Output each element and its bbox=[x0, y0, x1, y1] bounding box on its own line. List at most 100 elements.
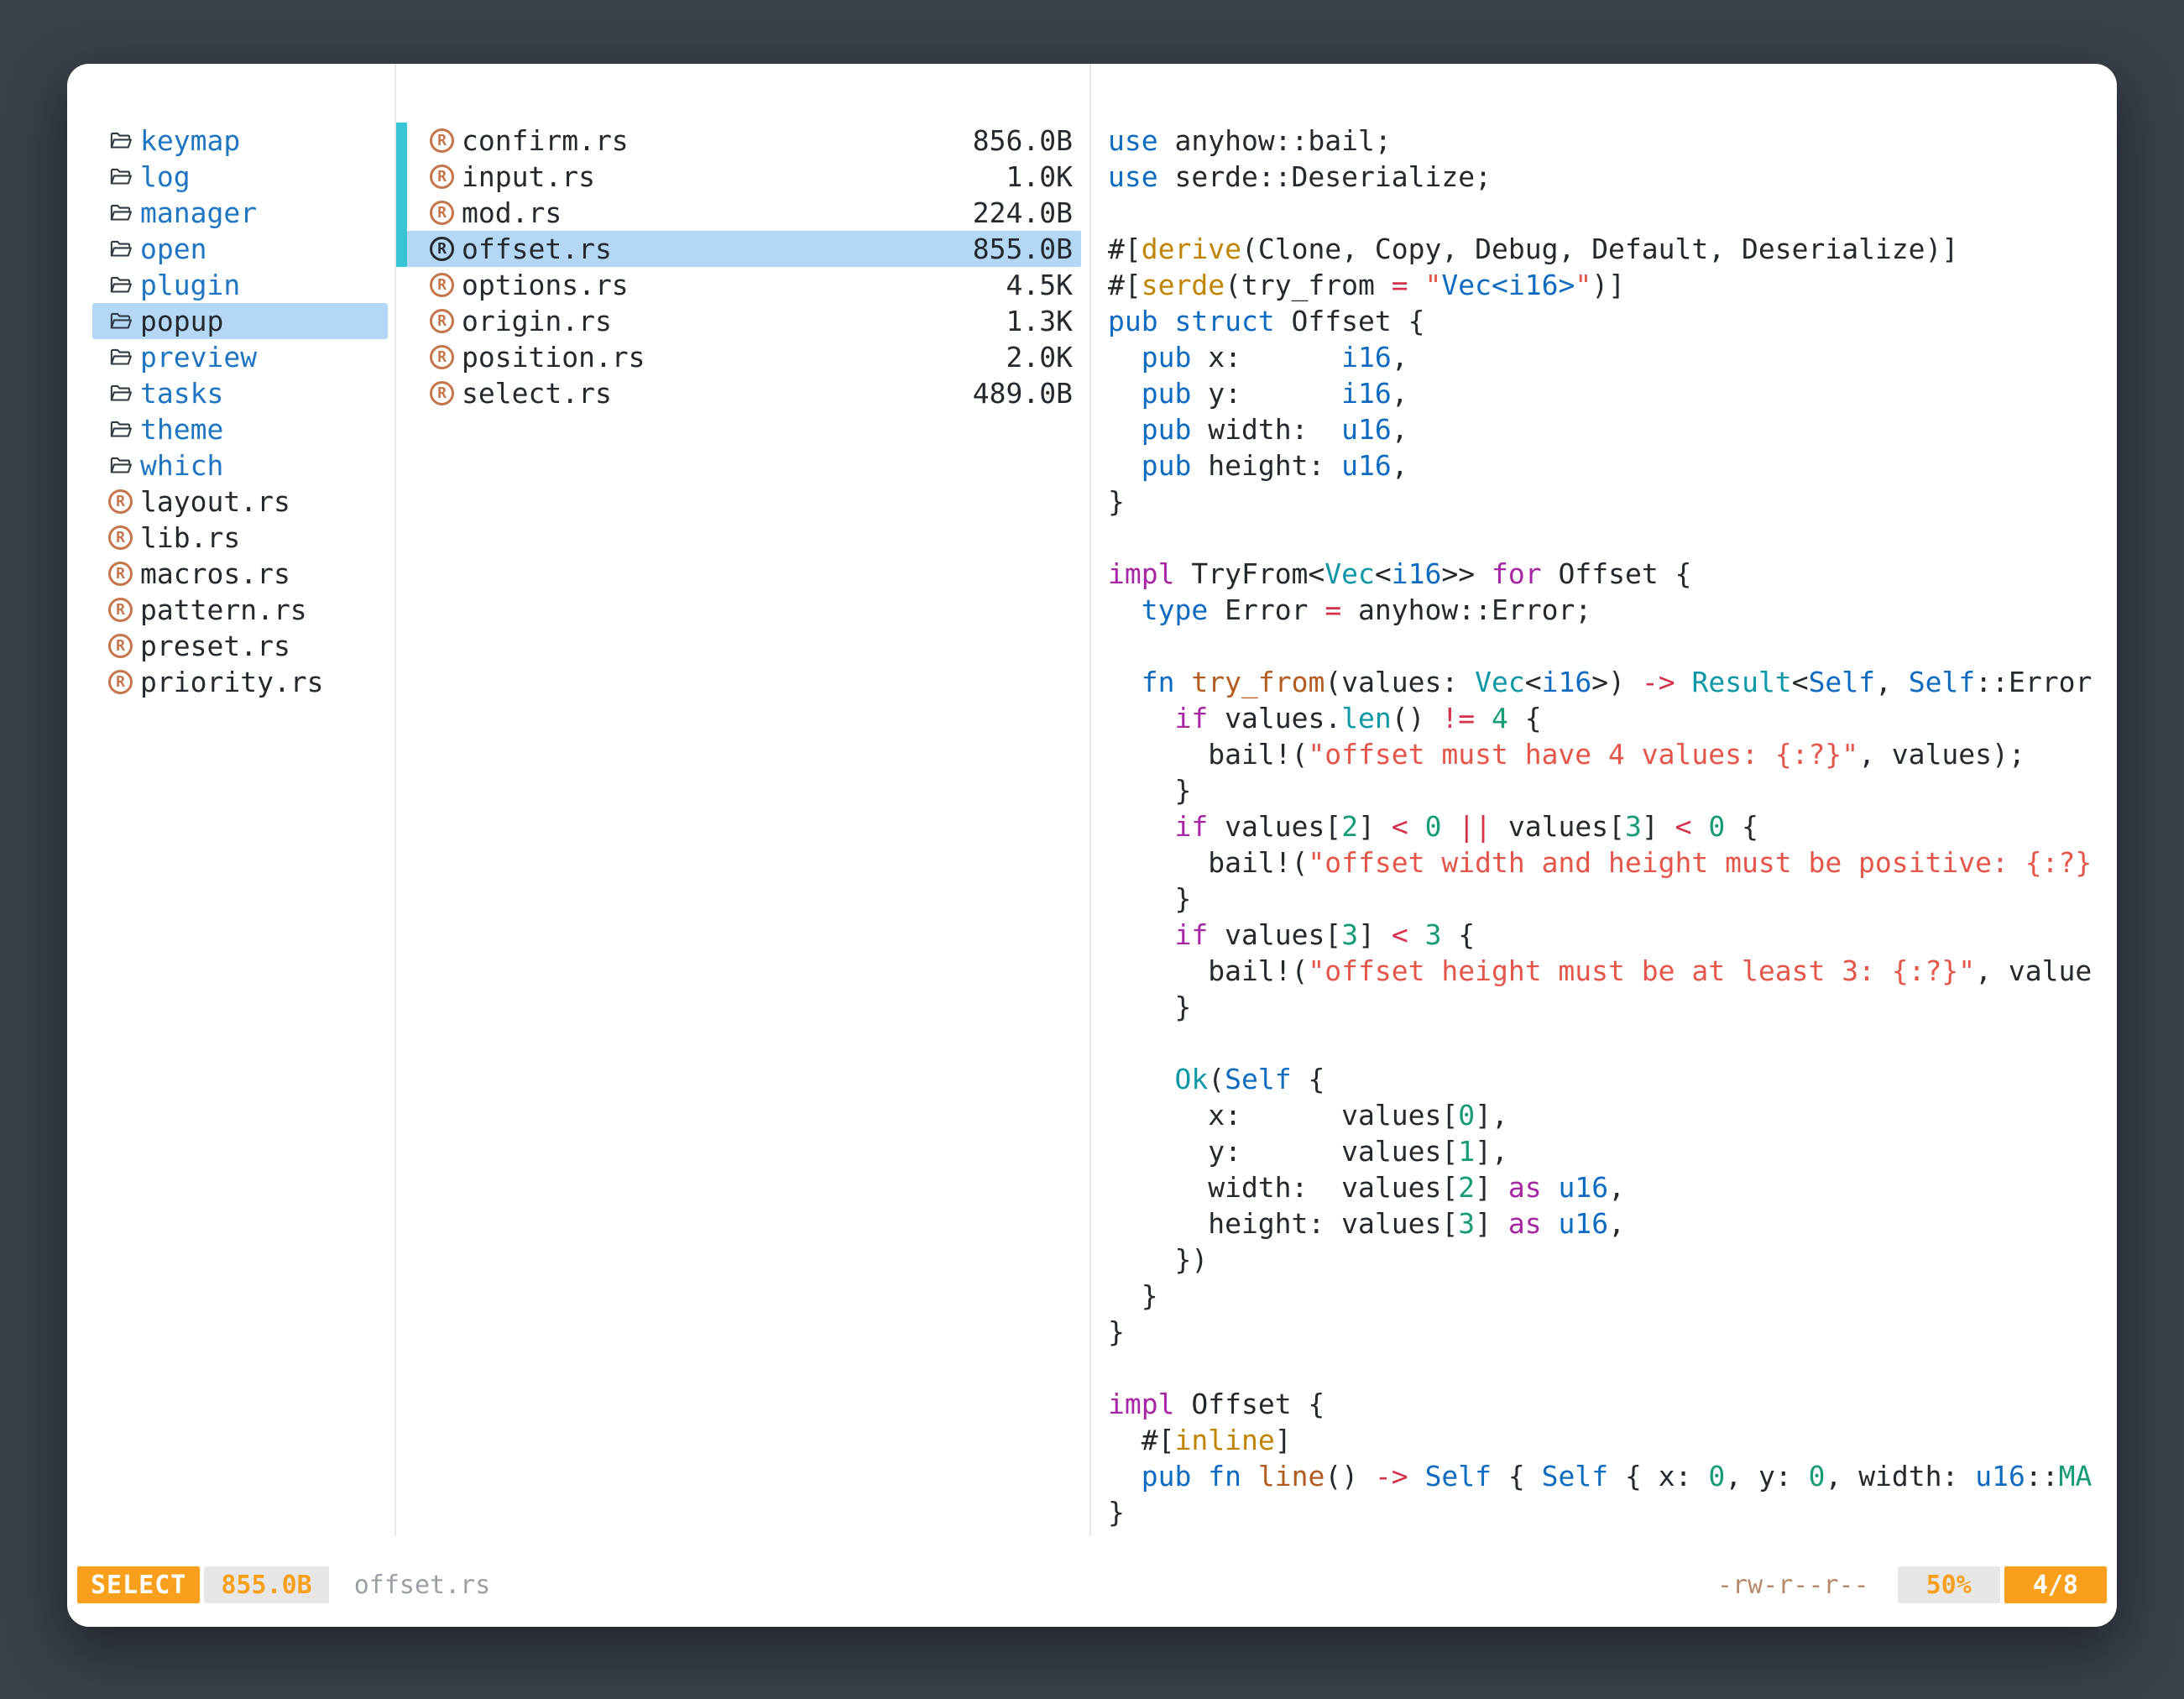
dir-item-tasks[interactable]: tasks bbox=[92, 375, 388, 411]
file-item-confirm.rs[interactable]: Rconfirm.rs856.0B bbox=[396, 123, 1089, 159]
dir-item-open[interactable]: open bbox=[92, 231, 388, 267]
current-directory-pane: Rconfirm.rs856.0B Rinput.rs 1.0KRmod.rs224… bbox=[394, 64, 1091, 1536]
item-label: log bbox=[140, 160, 191, 193]
status-bar: SELECT 855.0B offset.rs -rw-r--r-- 50% 4… bbox=[77, 1566, 2107, 1603]
code-line: if values[3] < 3 { bbox=[1108, 917, 2113, 953]
file-item-macros.rs[interactable]: Rmacros.rs bbox=[92, 556, 388, 592]
dir-item-log[interactable]: log bbox=[92, 159, 388, 195]
item-label: priority.rs bbox=[140, 666, 324, 698]
code-line: pub fn line() -> Self { Self { x: 0, y: … bbox=[1108, 1458, 2113, 1494]
open-folder-icon bbox=[108, 237, 133, 261]
file-row-content: Rconfirm.rs856.0B bbox=[396, 123, 1089, 159]
file-item-offset.rs[interactable]: Roffset.rs855.0B bbox=[396, 231, 1089, 267]
file-item-layout.rs[interactable]: Rlayout.rs bbox=[92, 484, 388, 520]
item-label: pattern.rs bbox=[140, 593, 307, 626]
code-line: #[serde(try_from = "Vec<i16>")] bbox=[1108, 267, 2113, 303]
dir-item-keymap[interactable]: keymap bbox=[92, 123, 388, 159]
rust-file-icon: R bbox=[108, 634, 133, 658]
file-item-preset.rs[interactable]: Rpreset.rs bbox=[92, 628, 388, 664]
code-line bbox=[1108, 195, 2113, 231]
rust-file-icon: R bbox=[430, 165, 454, 189]
parent-directory-pane: keymaplogmanager open pluginpopuppreviewta… bbox=[67, 64, 394, 1536]
item-label: lib.rs bbox=[140, 521, 240, 554]
file-row-content: Roptions.rs4.5K bbox=[396, 267, 1089, 303]
panes: keymaplogmanager open pluginpopuppreviewta… bbox=[67, 64, 2117, 1536]
code-line: if values[2] < 0 || values[3] < 0 { bbox=[1108, 808, 2113, 844]
open-folder-icon bbox=[108, 309, 133, 333]
code-line: bail!("offset width and height must be p… bbox=[1108, 844, 2113, 881]
code-line: } bbox=[1108, 1278, 2113, 1314]
code-line: } bbox=[1108, 1314, 2113, 1350]
rust-file-icon: R bbox=[108, 670, 133, 694]
file-item-pattern.rs[interactable]: Rpattern.rs bbox=[92, 592, 388, 628]
dir-item-preview[interactable]: preview bbox=[92, 339, 388, 375]
file-name: offset.rs bbox=[462, 233, 612, 265]
rust-file-icon: R bbox=[430, 273, 454, 297]
open-folder-icon bbox=[108, 381, 133, 405]
file-size: 1.0K bbox=[1006, 160, 1073, 193]
item-label: layout.rs bbox=[140, 485, 290, 518]
code-line: use serde::Deserialize; bbox=[1108, 159, 2113, 195]
dir-item-plugin[interactable]: plugin bbox=[92, 267, 388, 303]
item-label: preview bbox=[140, 341, 257, 374]
file-row-content: Rorigin.rs1.3K bbox=[396, 303, 1089, 339]
file-item-lib.rs[interactable]: Rlib.rs bbox=[92, 520, 388, 556]
rust-file-icon: R bbox=[430, 309, 454, 333]
code-line: } bbox=[1108, 484, 2113, 520]
open-folder-icon bbox=[108, 453, 133, 478]
file-size: 2.0K bbox=[1006, 341, 1073, 374]
item-label: open bbox=[140, 233, 206, 265]
file-item-position.rs[interactable]: Rposition.rs 2.0K bbox=[396, 339, 1089, 375]
file-name: options.rs bbox=[462, 269, 629, 301]
cursor-position-badge: 4/8 bbox=[2004, 1566, 2107, 1603]
item-label: keymap bbox=[140, 124, 240, 157]
open-folder-icon bbox=[108, 165, 133, 189]
dir-item-which[interactable]: which bbox=[92, 447, 388, 484]
code-preview: use anyhow::bail;use serde::Deserialize;… bbox=[1108, 123, 2113, 1530]
item-label: manager bbox=[140, 196, 257, 229]
code-line: x: values[0], bbox=[1108, 1097, 2113, 1133]
file-size: 856.0B bbox=[973, 124, 1073, 157]
file-name: input.rs bbox=[462, 160, 595, 193]
open-folder-icon bbox=[108, 201, 133, 225]
rust-file-icon: R bbox=[108, 525, 133, 550]
file-row-content: Rinput.rs 1.0K bbox=[396, 159, 1089, 195]
open-folder-icon bbox=[108, 273, 133, 297]
code-line: fn try_from(values: Vec<i16>) -> Result<… bbox=[1108, 664, 2113, 700]
file-row-content: Rmod.rs224.0B bbox=[396, 195, 1089, 231]
dir-item-theme[interactable]: theme bbox=[92, 411, 388, 447]
file-item-mod.rs[interactable]: Rmod.rs224.0B bbox=[396, 195, 1089, 231]
code-line: if values.len() != 4 { bbox=[1108, 700, 2113, 736]
rust-file-icon: R bbox=[430, 345, 454, 369]
item-label: macros.rs bbox=[140, 557, 290, 590]
file-name: position.rs bbox=[462, 341, 645, 374]
file-permissions: -rw-r--r-- bbox=[1717, 1571, 1869, 1600]
item-label: plugin bbox=[140, 269, 240, 301]
code-line: use anyhow::bail; bbox=[1108, 123, 2113, 159]
mode-badge: SELECT bbox=[77, 1566, 200, 1603]
code-line: } bbox=[1108, 989, 2113, 1025]
item-label: preset.rs bbox=[140, 630, 290, 662]
code-line: bail!("offset must have 4 values: {:?}",… bbox=[1108, 736, 2113, 772]
open-folder-icon bbox=[108, 345, 133, 369]
code-line: pub x: i16, bbox=[1108, 339, 2113, 375]
status-file-name: offset.rs bbox=[354, 1571, 491, 1600]
open-folder-icon bbox=[108, 128, 133, 153]
file-item-priority.rs[interactable]: Rpriority.rs bbox=[92, 664, 388, 700]
status-bar-right: -rw-r--r-- 50% 4/8 bbox=[1717, 1566, 2107, 1603]
file-size: 224.0B bbox=[973, 196, 1073, 229]
file-row-content: Rposition.rs 2.0K bbox=[396, 339, 1089, 375]
code-line: pub height: u16, bbox=[1108, 447, 2113, 484]
open-folder-icon bbox=[108, 417, 133, 442]
file-item-select.rs[interactable]: Rselect.rs489.0B bbox=[396, 375, 1089, 411]
code-line: height: values[3] as u16, bbox=[1108, 1205, 2113, 1242]
file-item-input.rs[interactable]: Rinput.rs 1.0K bbox=[396, 159, 1089, 195]
code-line: } bbox=[1108, 1494, 2113, 1530]
dir-item-manager[interactable]: manager bbox=[92, 195, 388, 231]
preview-pane: use anyhow::bail;use serde::Deserialize;… bbox=[1091, 64, 2117, 1536]
file-item-options.rs[interactable]: Roptions.rs4.5K bbox=[396, 267, 1089, 303]
code-line: #[inline] bbox=[1108, 1422, 2113, 1458]
file-item-origin.rs[interactable]: Rorigin.rs1.3K bbox=[396, 303, 1089, 339]
dir-item-popup[interactable]: popup bbox=[92, 303, 388, 339]
code-line: pub y: i16, bbox=[1108, 375, 2113, 411]
